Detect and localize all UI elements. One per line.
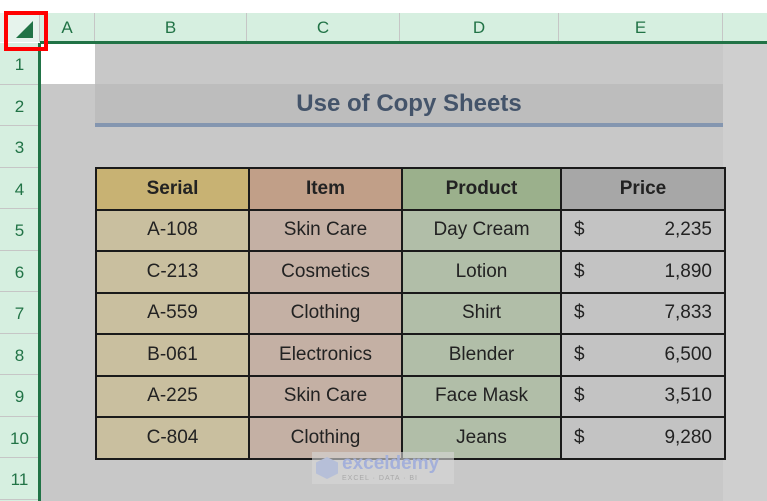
row-header-9[interactable]: 9 xyxy=(0,375,39,417)
price-amount: 9,280 xyxy=(664,426,712,448)
row-header-4[interactable]: 4 xyxy=(0,168,39,209)
serial-cell[interactable]: C-213 xyxy=(95,250,250,294)
row-header-2[interactable]: 2 xyxy=(0,85,39,126)
price-cell[interactable]: $2,235 xyxy=(560,208,726,252)
table-row: A-559 Clothing Shirt $7,833 xyxy=(95,291,726,335)
column-header-bar: A B C D E xyxy=(0,13,767,42)
serial-cell[interactable]: A-225 xyxy=(95,374,250,418)
price-amount: 6,500 xyxy=(664,343,712,365)
price-value: $7,833 xyxy=(562,302,724,324)
row-header-8[interactable]: 8 xyxy=(0,334,39,375)
sheet-title[interactable]: Use of Copy Sheets xyxy=(95,84,723,127)
header-item[interactable]: Item xyxy=(248,167,403,211)
price-cell[interactable]: $6,500 xyxy=(560,333,726,377)
row-header-6[interactable]: 6 xyxy=(0,251,39,292)
price-amount: 2,235 xyxy=(664,219,712,241)
currency-symbol: $ xyxy=(574,343,585,365)
watermark-tagline: EXCEL · DATA · BI xyxy=(342,475,418,482)
serial-cell[interactable]: B-061 xyxy=(95,333,250,377)
product-cell[interactable]: Lotion xyxy=(401,250,562,294)
price-amount: 3,510 xyxy=(664,385,712,407)
price-cell[interactable]: $3,510 xyxy=(560,374,726,418)
price-amount: 1,890 xyxy=(664,260,712,282)
header-price[interactable]: Price xyxy=(560,167,726,211)
product-cell[interactable]: Blender xyxy=(401,333,562,377)
row-header-bar: 1 2 3 4 5 6 7 8 9 10 11 xyxy=(0,43,39,501)
column-header-c[interactable]: C xyxy=(247,13,400,42)
exceldemy-watermark: exceldemy EXCEL · DATA · BI xyxy=(312,452,454,484)
column-f-area[interactable] xyxy=(723,44,767,501)
price-amount: 7,833 xyxy=(664,302,712,324)
row-header-3[interactable]: 3 xyxy=(0,126,39,168)
item-cell[interactable]: Skin Care xyxy=(248,374,403,418)
serial-cell[interactable]: A-559 xyxy=(95,291,250,335)
watermark-name: exceldemy xyxy=(342,453,440,474)
row-header-5[interactable]: 5 xyxy=(0,209,39,251)
price-value: $1,890 xyxy=(562,261,724,283)
table-header-row: Serial Item Product Price xyxy=(95,167,726,211)
currency-symbol: $ xyxy=(574,385,585,407)
column-header-d[interactable]: D xyxy=(400,13,559,42)
table-row: A-108 Skin Care Day Cream $2,235 xyxy=(95,208,726,252)
header-product[interactable]: Product xyxy=(401,167,562,211)
product-cell[interactable]: Day Cream xyxy=(401,208,562,252)
header-serial[interactable]: Serial xyxy=(95,167,250,211)
row-header-10[interactable]: 10 xyxy=(0,417,39,458)
row-header-11[interactable]: 11 xyxy=(0,458,39,500)
sheet-title-text: Use of Copy Sheets xyxy=(296,89,522,117)
table-row: A-225 Skin Care Face Mask $3,510 xyxy=(95,374,726,418)
cell-a1[interactable] xyxy=(41,44,95,84)
exceldemy-logo-icon xyxy=(316,457,338,479)
price-value: $9,280 xyxy=(562,427,724,449)
item-cell[interactable]: Clothing xyxy=(248,291,403,335)
price-cell[interactable]: $1,890 xyxy=(560,250,726,294)
price-value: $6,500 xyxy=(562,344,724,366)
column-header-b[interactable]: B xyxy=(95,13,247,42)
select-all-highlight-box xyxy=(4,11,48,51)
table-row: C-213 Cosmetics Lotion $1,890 xyxy=(95,250,726,294)
price-value: $2,235 xyxy=(562,219,724,241)
data-table: Serial Item Product Price A-108 Skin Care… xyxy=(95,167,726,460)
currency-symbol: $ xyxy=(574,219,585,241)
currency-symbol: $ xyxy=(574,260,585,282)
item-cell[interactable]: Cosmetics xyxy=(248,250,403,294)
column-header-a[interactable]: A xyxy=(40,13,95,42)
serial-cell[interactable]: A-108 xyxy=(95,208,250,252)
item-cell[interactable]: Skin Care xyxy=(248,208,403,252)
currency-symbol: $ xyxy=(574,426,585,448)
product-cell[interactable]: Face Mask xyxy=(401,374,562,418)
currency-symbol: $ xyxy=(574,302,585,324)
column-header-e[interactable]: E xyxy=(559,13,723,42)
serial-cell[interactable]: C-804 xyxy=(95,416,250,460)
table-row: B-061 Electronics Blender $6,500 xyxy=(95,333,726,377)
price-value: $3,510 xyxy=(562,385,724,407)
item-cell[interactable]: Electronics xyxy=(248,333,403,377)
price-cell[interactable]: $9,280 xyxy=(560,416,726,460)
product-cell[interactable]: Shirt xyxy=(401,291,562,335)
price-cell[interactable]: $7,833 xyxy=(560,291,726,335)
row-header-7[interactable]: 7 xyxy=(0,292,39,334)
